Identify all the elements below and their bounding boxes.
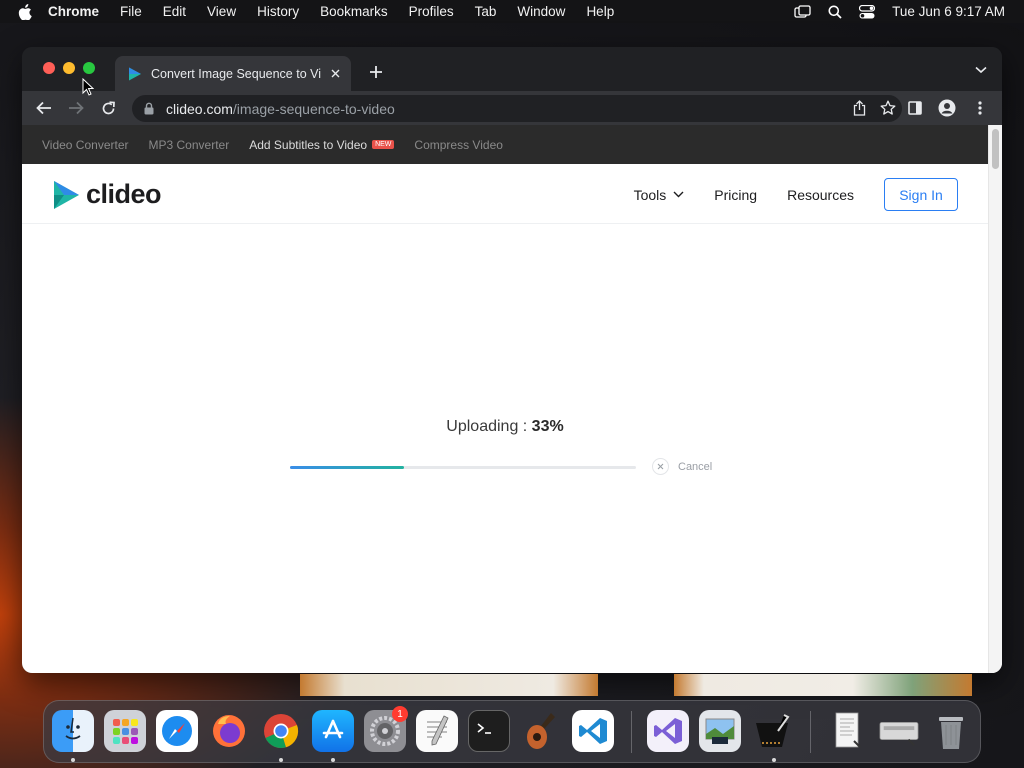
nav-pricing[interactable]: Pricing xyxy=(714,187,757,203)
menu-window[interactable]: Window xyxy=(517,4,565,19)
background-window-peek xyxy=(300,674,598,696)
cancel-upload-button[interactable]: Cancel xyxy=(652,458,712,475)
menu-edit[interactable]: Edit xyxy=(163,4,186,19)
browser-tab-active[interactable]: Convert Image Sequence to Vi xyxy=(115,56,351,91)
url-domain: clideo.com xyxy=(166,100,233,117)
tab-search-chevron-icon[interactable] xyxy=(975,66,987,74)
menubar-clock[interactable]: Tue Jun 6 9:17 AM xyxy=(892,4,1005,19)
dock: 1 xyxy=(43,700,981,763)
chevron-down-icon xyxy=(673,191,684,198)
textedit-icon[interactable] xyxy=(416,710,458,752)
menu-app-chrome[interactable]: Chrome xyxy=(48,4,99,19)
site-header: clideo Tools Pricing Resources Sign In xyxy=(22,164,988,224)
url-path: /image-sequence-to-video xyxy=(232,100,395,117)
visual-studio-icon[interactable] xyxy=(647,710,689,752)
preview-icon[interactable] xyxy=(699,710,741,752)
new-tab-icon[interactable] xyxy=(368,64,384,80)
apple-menu-icon[interactable] xyxy=(18,3,34,20)
upload-percent: 33% xyxy=(531,418,564,435)
mouse-cursor-icon xyxy=(82,78,94,96)
new-badge: NEW xyxy=(372,139,395,149)
browser-window: Convert Image Sequence to Vi clideo.com /… xyxy=(22,47,1002,673)
running-indicator xyxy=(331,758,335,762)
menu-profiles[interactable]: Profiles xyxy=(409,4,454,19)
tools-strip: Video Converter MP3 Converter Add Subtit… xyxy=(22,125,988,164)
lock-icon[interactable] xyxy=(144,102,156,116)
forward-arrow-icon[interactable] xyxy=(66,98,86,118)
dock-separator-2 xyxy=(810,711,811,753)
profile-avatar-icon[interactable] xyxy=(938,99,956,117)
running-indicator xyxy=(772,758,776,762)
running-indicator xyxy=(71,758,75,762)
app-store-icon[interactable] xyxy=(312,710,354,752)
site-nav: Tools Pricing Resources Sign In xyxy=(634,178,958,211)
spotlight-search-icon[interactable] xyxy=(828,5,842,19)
side-panel-icon[interactable] xyxy=(906,99,924,117)
menu-bar: Chrome File Edit View History Bookmarks … xyxy=(0,0,1024,23)
upload-label: Uploading : xyxy=(446,418,532,435)
menu-help[interactable]: Help xyxy=(586,4,614,19)
tab-close-icon[interactable] xyxy=(327,66,343,82)
trash-icon[interactable] xyxy=(930,710,972,752)
link-compress-video[interactable]: Compress Video xyxy=(414,138,503,152)
nav-tools-dropdown[interactable]: Tools xyxy=(634,187,685,203)
window-maximize-button[interactable] xyxy=(83,62,95,74)
page-scrollbar[interactable] xyxy=(988,125,1002,673)
browser-toolbar: clideo.com/image-sequence-to-video xyxy=(22,91,1002,125)
vscode-icon[interactable] xyxy=(572,710,614,752)
firefox-icon[interactable] xyxy=(208,710,250,752)
tab-title: Convert Image Sequence to Vi xyxy=(151,66,321,81)
tab-strip: Convert Image Sequence to Vi xyxy=(22,47,1002,91)
sign-in-button[interactable]: Sign In xyxy=(884,178,958,211)
garageband-icon[interactable] xyxy=(520,710,562,752)
clideo-logo-icon xyxy=(54,180,79,209)
gimp-icon[interactable] xyxy=(751,710,793,752)
back-arrow-icon[interactable] xyxy=(34,98,54,118)
nav-resources[interactable]: Resources xyxy=(787,187,854,203)
control-center-icon[interactable] xyxy=(859,4,876,19)
link-mp3-converter[interactable]: MP3 Converter xyxy=(149,138,230,152)
window-minimize-button[interactable] xyxy=(63,62,75,74)
browser-menu-kebab-icon[interactable] xyxy=(971,99,989,117)
scrollbar-thumb[interactable] xyxy=(992,129,999,169)
upload-status: Uploading : 33% xyxy=(22,418,988,436)
document-icon[interactable] xyxy=(826,710,868,752)
launchpad-icon[interactable] xyxy=(104,710,146,752)
cancel-label: Cancel xyxy=(678,460,713,473)
dock-separator xyxy=(631,711,632,753)
menu-history[interactable]: History xyxy=(257,4,299,19)
menu-file[interactable]: File xyxy=(120,4,142,19)
share-icon[interactable] xyxy=(853,100,866,116)
running-indicator xyxy=(279,758,283,762)
page-viewport: Video Converter MP3 Converter Add Subtit… xyxy=(22,125,1002,673)
menu-tab[interactable]: Tab xyxy=(475,4,497,19)
address-bar[interactable]: clideo.com/image-sequence-to-video xyxy=(132,95,902,122)
background-window-peek-2 xyxy=(674,674,972,696)
clideo-logo-text: clideo xyxy=(86,179,162,209)
bookmark-star-icon[interactable] xyxy=(880,100,896,116)
window-close-button[interactable] xyxy=(43,62,55,74)
clideo-logo[interactable]: clideo xyxy=(52,179,162,210)
clideo-favicon-icon xyxy=(129,67,141,80)
finder-icon[interactable] xyxy=(52,710,94,752)
menu-view[interactable]: View xyxy=(207,4,236,19)
menu-bookmarks[interactable]: Bookmarks xyxy=(320,4,388,19)
link-add-subtitles-label: Add Subtitles to Video xyxy=(249,137,368,152)
settings-notification-badge: 1 xyxy=(392,706,408,722)
terminal-icon[interactable] xyxy=(468,710,510,752)
safari-icon[interactable] xyxy=(156,710,198,752)
keyboard-icon[interactable] xyxy=(878,710,920,752)
cancel-x-icon xyxy=(652,458,669,475)
link-video-converter[interactable]: Video Converter xyxy=(42,138,129,152)
screen-mirroring-icon[interactable] xyxy=(794,4,811,19)
chrome-icon[interactable] xyxy=(260,710,302,752)
upload-progress-bar xyxy=(290,466,636,469)
link-add-subtitles[interactable]: Add Subtitles to Video NEW xyxy=(249,137,395,152)
reload-icon[interactable] xyxy=(98,98,118,118)
nav-tools-label: Tools xyxy=(633,186,667,203)
upload-progress-fill xyxy=(290,466,405,469)
